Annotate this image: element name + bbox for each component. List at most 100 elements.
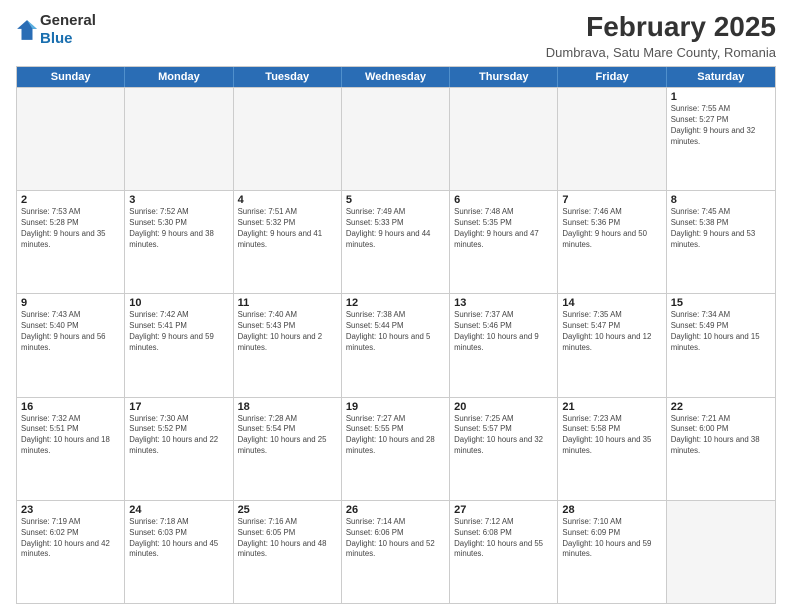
day-info: Sunrise: 7:19 AM Sunset: 6:02 PM Dayligh… bbox=[21, 517, 120, 561]
calendar-cell bbox=[125, 88, 233, 190]
calendar-cell: 28Sunrise: 7:10 AM Sunset: 6:09 PM Dayli… bbox=[558, 501, 666, 603]
day-number: 20 bbox=[454, 401, 553, 413]
logo-blue: Blue bbox=[40, 30, 73, 47]
day-info: Sunrise: 7:53 AM Sunset: 5:28 PM Dayligh… bbox=[21, 207, 120, 251]
day-number: 14 bbox=[562, 297, 661, 309]
day-number: 25 bbox=[238, 504, 337, 516]
day-info: Sunrise: 7:25 AM Sunset: 5:57 PM Dayligh… bbox=[454, 414, 553, 458]
day-info: Sunrise: 7:12 AM Sunset: 6:08 PM Dayligh… bbox=[454, 517, 553, 561]
calendar-cell: 20Sunrise: 7:25 AM Sunset: 5:57 PM Dayli… bbox=[450, 398, 558, 500]
calendar-week: 2Sunrise: 7:53 AM Sunset: 5:28 PM Daylig… bbox=[17, 190, 775, 293]
calendar-cell: 27Sunrise: 7:12 AM Sunset: 6:08 PM Dayli… bbox=[450, 501, 558, 603]
day-info: Sunrise: 7:46 AM Sunset: 5:36 PM Dayligh… bbox=[562, 207, 661, 251]
day-number: 16 bbox=[21, 401, 120, 413]
calendar-cell: 22Sunrise: 7:21 AM Sunset: 6:00 PM Dayli… bbox=[667, 398, 775, 500]
day-info: Sunrise: 7:27 AM Sunset: 5:55 PM Dayligh… bbox=[346, 414, 445, 458]
calendar-body: 1Sunrise: 7:55 AM Sunset: 5:27 PM Daylig… bbox=[17, 87, 775, 603]
day-info: Sunrise: 7:48 AM Sunset: 5:35 PM Dayligh… bbox=[454, 207, 553, 251]
title-block: February 2025 Dumbrava, Satu Mare County… bbox=[546, 12, 776, 60]
day-number: 23 bbox=[21, 504, 120, 516]
day-info: Sunrise: 7:21 AM Sunset: 6:00 PM Dayligh… bbox=[671, 414, 771, 458]
calendar: SundayMondayTuesdayWednesdayThursdayFrid… bbox=[16, 66, 776, 604]
day-info: Sunrise: 7:52 AM Sunset: 5:30 PM Dayligh… bbox=[129, 207, 228, 251]
day-number: 15 bbox=[671, 297, 771, 309]
calendar-cell bbox=[558, 88, 666, 190]
day-number: 4 bbox=[238, 194, 337, 206]
day-number: 13 bbox=[454, 297, 553, 309]
day-info: Sunrise: 7:49 AM Sunset: 5:33 PM Dayligh… bbox=[346, 207, 445, 251]
day-info: Sunrise: 7:38 AM Sunset: 5:44 PM Dayligh… bbox=[346, 310, 445, 354]
day-info: Sunrise: 7:10 AM Sunset: 6:09 PM Dayligh… bbox=[562, 517, 661, 561]
calendar-cell: 4Sunrise: 7:51 AM Sunset: 5:32 PM Daylig… bbox=[234, 191, 342, 293]
day-number: 22 bbox=[671, 401, 771, 413]
subtitle: Dumbrava, Satu Mare County, Romania bbox=[546, 45, 776, 60]
calendar-cell bbox=[234, 88, 342, 190]
calendar-cell: 13Sunrise: 7:37 AM Sunset: 5:46 PM Dayli… bbox=[450, 294, 558, 396]
day-number: 1 bbox=[671, 91, 771, 103]
calendar-cell: 6Sunrise: 7:48 AM Sunset: 5:35 PM Daylig… bbox=[450, 191, 558, 293]
day-info: Sunrise: 7:35 AM Sunset: 5:47 PM Dayligh… bbox=[562, 310, 661, 354]
weekday-header: Sunday bbox=[17, 67, 125, 87]
day-number: 26 bbox=[346, 504, 445, 516]
page: General Blue February 2025 Dumbrava, Sat… bbox=[0, 0, 792, 612]
weekday-header: Friday bbox=[558, 67, 666, 87]
day-info: Sunrise: 7:16 AM Sunset: 6:05 PM Dayligh… bbox=[238, 517, 337, 561]
day-info: Sunrise: 7:14 AM Sunset: 6:06 PM Dayligh… bbox=[346, 517, 445, 561]
weekday-header: Tuesday bbox=[234, 67, 342, 87]
day-number: 18 bbox=[238, 401, 337, 413]
day-info: Sunrise: 7:45 AM Sunset: 5:38 PM Dayligh… bbox=[671, 207, 771, 251]
calendar-cell: 17Sunrise: 7:30 AM Sunset: 5:52 PM Dayli… bbox=[125, 398, 233, 500]
day-number: 2 bbox=[21, 194, 120, 206]
calendar-cell: 5Sunrise: 7:49 AM Sunset: 5:33 PM Daylig… bbox=[342, 191, 450, 293]
day-info: Sunrise: 7:18 AM Sunset: 6:03 PM Dayligh… bbox=[129, 517, 228, 561]
calendar-week: 9Sunrise: 7:43 AM Sunset: 5:40 PM Daylig… bbox=[17, 293, 775, 396]
day-number: 17 bbox=[129, 401, 228, 413]
calendar-cell: 9Sunrise: 7:43 AM Sunset: 5:40 PM Daylig… bbox=[17, 294, 125, 396]
calendar-week: 1Sunrise: 7:55 AM Sunset: 5:27 PM Daylig… bbox=[17, 87, 775, 190]
day-info: Sunrise: 7:40 AM Sunset: 5:43 PM Dayligh… bbox=[238, 310, 337, 354]
calendar-header: SundayMondayTuesdayWednesdayThursdayFrid… bbox=[17, 67, 775, 87]
day-number: 27 bbox=[454, 504, 553, 516]
calendar-cell: 26Sunrise: 7:14 AM Sunset: 6:06 PM Dayli… bbox=[342, 501, 450, 603]
day-info: Sunrise: 7:32 AM Sunset: 5:51 PM Dayligh… bbox=[21, 414, 120, 458]
day-number: 12 bbox=[346, 297, 445, 309]
calendar-cell: 19Sunrise: 7:27 AM Sunset: 5:55 PM Dayli… bbox=[342, 398, 450, 500]
main-title: February 2025 bbox=[546, 12, 776, 43]
calendar-cell: 1Sunrise: 7:55 AM Sunset: 5:27 PM Daylig… bbox=[667, 88, 775, 190]
calendar-cell: 12Sunrise: 7:38 AM Sunset: 5:44 PM Dayli… bbox=[342, 294, 450, 396]
calendar-cell: 3Sunrise: 7:52 AM Sunset: 5:30 PM Daylig… bbox=[125, 191, 233, 293]
calendar-cell: 11Sunrise: 7:40 AM Sunset: 5:43 PM Dayli… bbox=[234, 294, 342, 396]
day-number: 28 bbox=[562, 504, 661, 516]
logo: General Blue bbox=[16, 12, 96, 48]
day-number: 11 bbox=[238, 297, 337, 309]
day-info: Sunrise: 7:43 AM Sunset: 5:40 PM Dayligh… bbox=[21, 310, 120, 354]
calendar-cell bbox=[17, 88, 125, 190]
calendar-cell: 8Sunrise: 7:45 AM Sunset: 5:38 PM Daylig… bbox=[667, 191, 775, 293]
calendar-cell: 24Sunrise: 7:18 AM Sunset: 6:03 PM Dayli… bbox=[125, 501, 233, 603]
day-number: 21 bbox=[562, 401, 661, 413]
weekday-header: Monday bbox=[125, 67, 233, 87]
weekday-header: Wednesday bbox=[342, 67, 450, 87]
day-number: 24 bbox=[129, 504, 228, 516]
day-info: Sunrise: 7:37 AM Sunset: 5:46 PM Dayligh… bbox=[454, 310, 553, 354]
calendar-cell: 2Sunrise: 7:53 AM Sunset: 5:28 PM Daylig… bbox=[17, 191, 125, 293]
calendar-week: 16Sunrise: 7:32 AM Sunset: 5:51 PM Dayli… bbox=[17, 397, 775, 500]
day-info: Sunrise: 7:55 AM Sunset: 5:27 PM Dayligh… bbox=[671, 104, 771, 148]
calendar-cell: 16Sunrise: 7:32 AM Sunset: 5:51 PM Dayli… bbox=[17, 398, 125, 500]
day-info: Sunrise: 7:28 AM Sunset: 5:54 PM Dayligh… bbox=[238, 414, 337, 458]
day-info: Sunrise: 7:30 AM Sunset: 5:52 PM Dayligh… bbox=[129, 414, 228, 458]
calendar-cell: 21Sunrise: 7:23 AM Sunset: 5:58 PM Dayli… bbox=[558, 398, 666, 500]
calendar-cell: 23Sunrise: 7:19 AM Sunset: 6:02 PM Dayli… bbox=[17, 501, 125, 603]
calendar-cell: 7Sunrise: 7:46 AM Sunset: 5:36 PM Daylig… bbox=[558, 191, 666, 293]
calendar-cell bbox=[342, 88, 450, 190]
weekday-header: Thursday bbox=[450, 67, 558, 87]
logo-text: General Blue bbox=[40, 12, 96, 48]
day-info: Sunrise: 7:23 AM Sunset: 5:58 PM Dayligh… bbox=[562, 414, 661, 458]
calendar-cell: 25Sunrise: 7:16 AM Sunset: 6:05 PM Dayli… bbox=[234, 501, 342, 603]
day-number: 6 bbox=[454, 194, 553, 206]
calendar-cell bbox=[450, 88, 558, 190]
calendar-cell: 18Sunrise: 7:28 AM Sunset: 5:54 PM Dayli… bbox=[234, 398, 342, 500]
day-info: Sunrise: 7:51 AM Sunset: 5:32 PM Dayligh… bbox=[238, 207, 337, 251]
day-info: Sunrise: 7:34 AM Sunset: 5:49 PM Dayligh… bbox=[671, 310, 771, 354]
weekday-header: Saturday bbox=[667, 67, 775, 87]
